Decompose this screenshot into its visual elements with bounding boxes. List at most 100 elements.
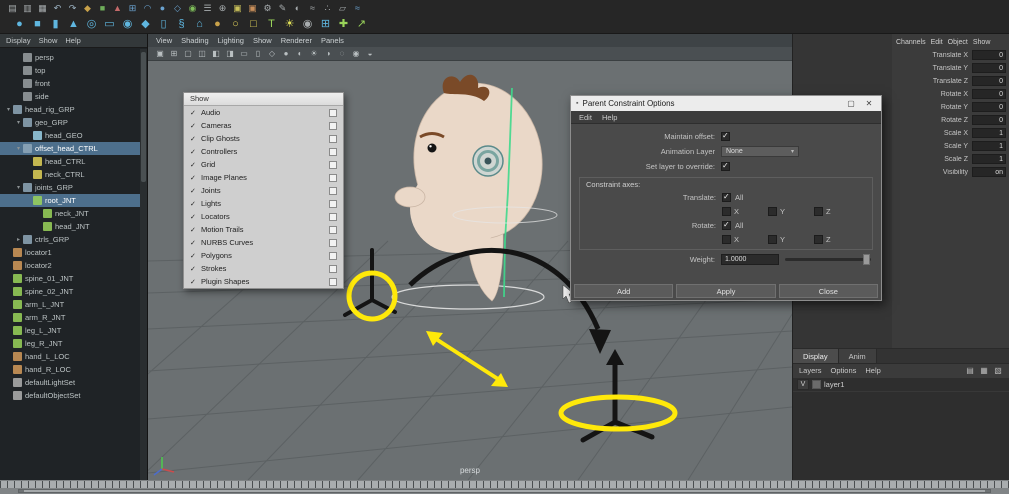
- show-menu-item-strokes[interactable]: ✓Strokes: [184, 262, 343, 275]
- dialog-menu-help[interactable]: Help: [602, 113, 617, 122]
- viewport-menu-panels[interactable]: Panels: [321, 36, 344, 45]
- outliner-item-spine-02-jnt[interactable]: spine_02_JNT: [0, 285, 140, 298]
- outliner-item-neck-ctrl[interactable]: neck_CTRL: [0, 168, 140, 181]
- channel-value-field[interactable]: 0: [972, 76, 1006, 86]
- polygon-cube-icon[interactable]: ■: [30, 19, 45, 30]
- ipr-render-icon[interactable]: ▣: [246, 4, 259, 13]
- show-menu-item-grid[interactable]: ✓Grid: [184, 158, 343, 171]
- outliner-item-joints-grp[interactable]: ▾joints_GRP: [0, 181, 140, 194]
- channel-value-field[interactable]: 1: [972, 154, 1006, 164]
- toon-icon[interactable]: ◐: [291, 4, 304, 13]
- snap-point-icon[interactable]: ●: [156, 4, 169, 13]
- construction-history-icon[interactable]: ⊕: [216, 4, 229, 13]
- show-menu-item-checkbox[interactable]: [329, 174, 337, 182]
- scrollbar-thumb[interactable]: [141, 52, 146, 182]
- make-live-icon[interactable]: ◉: [186, 4, 199, 13]
- show-menu-item-checkbox[interactable]: [329, 226, 337, 234]
- outliner-item-ctrls-grp[interactable]: ▸ctrls_GRP: [0, 233, 140, 246]
- expand-arrow-icon[interactable]: ▾: [4, 106, 13, 113]
- outliner-item-locator1[interactable]: locator1: [0, 246, 140, 259]
- undo-icon[interactable]: ↶: [51, 4, 64, 13]
- new-empty-layer-icon[interactable]: ▦: [978, 366, 990, 375]
- rotate-y-checkbox[interactable]: [768, 235, 777, 244]
- lattice-icon[interactable]: ⊞: [318, 19, 333, 30]
- resolution-gate-icon[interactable]: ◫: [196, 49, 208, 58]
- close-button[interactable]: Close: [779, 284, 878, 298]
- textured-icon[interactable]: ◐: [294, 49, 306, 58]
- viewport-menu-lighting[interactable]: Lighting: [218, 36, 244, 45]
- xray-icon[interactable]: ◌: [336, 49, 348, 58]
- polygon-sphere-icon[interactable]: ●: [12, 19, 27, 30]
- polygon-plane-icon[interactable]: ▭: [102, 19, 117, 30]
- translate-y-checkbox[interactable]: [768, 207, 777, 216]
- fluids-icon[interactable]: ≈: [351, 4, 364, 13]
- polygon-prism-icon[interactable]: ⌂: [192, 19, 207, 30]
- viewport-menu-view[interactable]: View: [156, 36, 172, 45]
- channel-value-field[interactable]: 0: [972, 63, 1006, 73]
- nurbs-circle-icon[interactable]: ○: [228, 19, 243, 30]
- outliner-item-root-jnt[interactable]: root_JNT: [0, 194, 140, 207]
- show-menu-item-image-planes[interactable]: ✓Image Planes: [184, 171, 343, 184]
- nurbs-square-icon[interactable]: □: [246, 19, 261, 30]
- viewport-menu-shading[interactable]: Shading: [181, 36, 209, 45]
- snap-curve-icon[interactable]: ◠: [141, 4, 154, 13]
- tab-display[interactable]: Display: [793, 349, 839, 363]
- polygon-helix-icon[interactable]: §: [174, 19, 189, 30]
- layer-menu-layers[interactable]: Layers: [799, 366, 822, 375]
- translate-all-checkbox[interactable]: [722, 193, 731, 202]
- polygon-cylinder-icon[interactable]: ▮: [48, 19, 63, 30]
- show-menu-item-checkbox[interactable]: [329, 122, 337, 130]
- outliner-scrollbar[interactable]: [140, 49, 147, 480]
- expand-arrow-icon[interactable]: ▾: [14, 145, 23, 152]
- polygon-disc-icon[interactable]: ◉: [120, 19, 135, 30]
- translate-x-checkbox[interactable]: [722, 207, 731, 216]
- layer-color-swatch[interactable]: [812, 380, 821, 389]
- show-menu-item-motion-trails[interactable]: ✓Motion Trails: [184, 223, 343, 236]
- safe-action-icon[interactable]: ▭: [238, 49, 250, 58]
- cloth-icon[interactable]: ▱: [336, 4, 349, 13]
- show-menu-item-checkbox[interactable]: [329, 239, 337, 247]
- dialog-menu-edit[interactable]: Edit: [579, 113, 592, 122]
- outliner-item-spine-01-jnt[interactable]: spine_01_JNT: [0, 272, 140, 285]
- show-menu-item-checkbox[interactable]: [329, 252, 337, 260]
- show-menu-item-nurbs-curves[interactable]: ✓NURBS Curves: [184, 236, 343, 249]
- camera-icon[interactable]: ◉: [300, 19, 315, 30]
- show-menu-item-checkbox[interactable]: [329, 161, 337, 169]
- outliner-item-leg-l-jnt[interactable]: leg_L_JNT: [0, 324, 140, 337]
- render-settings-icon[interactable]: ⚙: [261, 4, 274, 13]
- fur-icon[interactable]: ∴: [321, 4, 334, 13]
- new-layer-from-selected-icon[interactable]: ▧: [992, 366, 1004, 375]
- channel-box-menu-object[interactable]: Object: [948, 39, 968, 46]
- snap-grid-icon[interactable]: ⊞: [126, 4, 139, 13]
- outliner-item-hand-l-loc[interactable]: hand_L_LOC: [0, 350, 140, 363]
- outliner-item-head-geo[interactable]: head_GEO: [0, 129, 140, 142]
- outliner-item-defaultobjectset[interactable]: defaultObjectSet: [0, 389, 140, 402]
- outliner-item-leg-r-jnt[interactable]: leg_R_JNT: [0, 337, 140, 350]
- layer-options-icon[interactable]: ▤: [964, 366, 976, 375]
- show-menu-item-plugin-shapes[interactable]: ✓Plugin Shapes: [184, 275, 343, 288]
- safe-title-icon[interactable]: ▯: [252, 49, 264, 58]
- close-icon[interactable]: ✕: [862, 99, 876, 108]
- new-scene-icon[interactable]: ▤: [6, 4, 19, 13]
- isolate-select-icon[interactable]: ◉: [350, 49, 362, 58]
- show-menu-item-cameras[interactable]: ✓Cameras: [184, 119, 343, 132]
- shaded-icon[interactable]: ●: [280, 49, 292, 58]
- outliner-menu-display[interactable]: Display: [6, 36, 31, 45]
- layer-visibility-toggle[interactable]: V: [797, 379, 809, 390]
- range-slider[interactable]: [0, 488, 1009, 494]
- outliner-item-side[interactable]: side: [0, 90, 140, 103]
- outliner-menu-help[interactable]: Help: [65, 36, 80, 45]
- translate-z-checkbox[interactable]: [814, 207, 823, 216]
- ik-handle-icon[interactable]: ↗: [354, 19, 369, 30]
- shadows-icon[interactable]: ◑: [322, 49, 334, 58]
- show-menu-item-joints[interactable]: ✓Joints: [184, 184, 343, 197]
- channel-box-menu-channels[interactable]: Channels: [896, 39, 926, 46]
- expand-arrow-icon[interactable]: ▸: [14, 236, 23, 243]
- maintain-offset-checkbox[interactable]: [721, 132, 730, 141]
- select-mask-component-icon[interactable]: ▲: [111, 4, 124, 13]
- show-menu-item-checkbox[interactable]: [329, 135, 337, 143]
- show-menu-item-polygons[interactable]: ✓Polygons: [184, 249, 343, 262]
- polygon-cone-icon[interactable]: ▲: [66, 19, 81, 30]
- outliner-item-top[interactable]: top: [0, 64, 140, 77]
- rotate-z-checkbox[interactable]: [814, 235, 823, 244]
